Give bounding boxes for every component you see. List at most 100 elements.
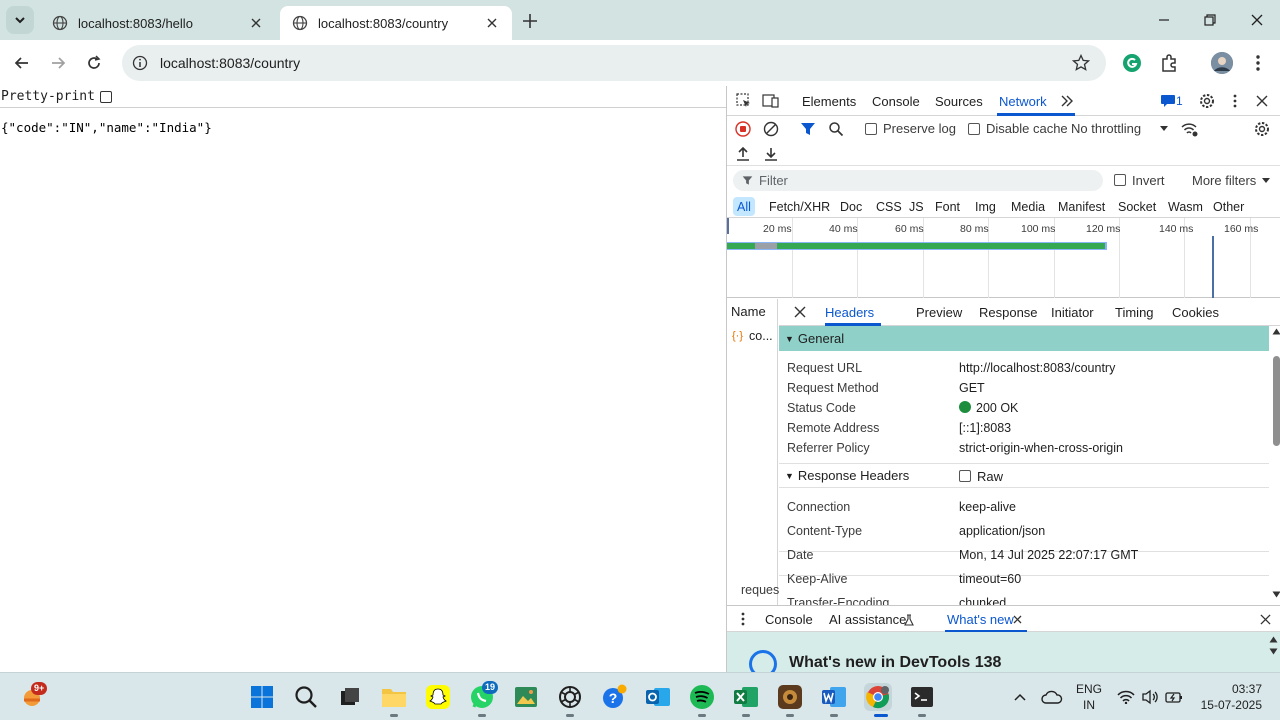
show-hidden-icons-chevron-icon[interactable]	[1006, 683, 1034, 711]
tab-console[interactable]: Console	[872, 94, 920, 109]
forward-arrow-icon[interactable]	[47, 52, 69, 74]
type-filter-other[interactable]: Other	[1209, 197, 1248, 216]
input-language[interactable]: ENG	[1072, 681, 1106, 697]
type-filter-img[interactable]: Img	[971, 197, 1000, 216]
file-explorer-icon[interactable]	[380, 683, 408, 711]
word-icon[interactable]	[820, 683, 848, 711]
type-filter-wasm[interactable]: Wasm	[1164, 197, 1207, 216]
chatgpt-icon[interactable]	[556, 683, 584, 711]
bookmark-star-icon[interactable]	[1072, 54, 1090, 72]
tab-cookies[interactable]: Cookies	[1172, 305, 1219, 320]
network-conditions-wifi-icon[interactable]	[1180, 120, 1198, 138]
invert-checkbox[interactable]	[1114, 174, 1126, 186]
type-filter-doc[interactable]: Doc	[836, 197, 866, 216]
spotify-icon[interactable]	[688, 683, 716, 711]
more-filters-dropdown[interactable]: More filters	[1192, 173, 1256, 188]
kebab-menu-icon[interactable]	[1247, 52, 1269, 74]
type-filter-font[interactable]: Font	[931, 197, 964, 216]
tab-headers[interactable]: Headers	[825, 305, 874, 320]
site-info-icon[interactable]	[132, 55, 148, 71]
import-har-upload-icon[interactable]	[734, 145, 752, 163]
settings-gear-icon[interactable]	[1198, 92, 1216, 110]
scroll-down-icon[interactable]	[1272, 591, 1280, 598]
clear-icon[interactable]	[762, 120, 780, 138]
chevron-down-icon[interactable]	[1257, 172, 1275, 190]
new-tab-icon[interactable]	[520, 11, 540, 31]
tab-search-chevron-icon[interactable]	[6, 6, 34, 34]
reload-icon[interactable]	[83, 52, 105, 74]
drawer-tab-whats-new[interactable]: What's new	[947, 612, 1014, 627]
close-devtools-icon[interactable]	[1253, 92, 1271, 110]
preserve-log-checkbox[interactable]	[865, 123, 877, 135]
tab-hello[interactable]: localhost:8083/hello	[40, 6, 276, 40]
help-app-icon[interactable]: ?	[600, 683, 628, 711]
close-icon[interactable]	[248, 15, 264, 31]
address-bar[interactable]: localhost:8083/country	[122, 45, 1106, 81]
type-filter-js[interactable]: JS	[905, 197, 928, 216]
photos-app-icon[interactable]	[512, 683, 540, 711]
response-headers-section-header[interactable]: ▼ Response Headers Raw	[779, 463, 1269, 488]
name-column-header[interactable]: Name	[731, 304, 766, 319]
tab-elements[interactable]: Elements	[802, 94, 856, 109]
input-region[interactable]: IN	[1072, 697, 1106, 713]
filter-funnel-icon[interactable]	[799, 120, 817, 138]
scroll-down-icon[interactable]	[1269, 648, 1278, 655]
tab-timing[interactable]: Timing	[1115, 305, 1154, 320]
excel-icon[interactable]	[732, 683, 760, 711]
export-har-download-icon[interactable]	[762, 145, 780, 163]
tab-response[interactable]: Response	[979, 305, 1038, 320]
tab-preview[interactable]: Preview	[916, 305, 962, 320]
devtools-menu-icon[interactable]	[1226, 92, 1244, 110]
close-drawer-icon[interactable]	[1260, 614, 1271, 625]
back-arrow-icon[interactable]	[11, 52, 33, 74]
terminal-icon[interactable]	[908, 683, 936, 711]
chrome-icon[interactable]	[864, 683, 892, 711]
type-filter-socket[interactable]: Socket	[1114, 197, 1160, 216]
tab-initiator[interactable]: Initiator	[1051, 305, 1094, 320]
search-icon[interactable]	[827, 120, 845, 138]
tab-sources[interactable]: Sources	[935, 94, 983, 109]
tab-network[interactable]: Network	[999, 94, 1047, 109]
details-scrollbar[interactable]	[1271, 326, 1280, 605]
outlook-icon[interactable]	[644, 683, 672, 711]
url-text[interactable]: localhost:8083/country	[160, 55, 300, 71]
tab-country[interactable]: localhost:8083/country	[280, 6, 512, 40]
snapchat-icon[interactable]	[424, 683, 452, 711]
onedrive-cloud-icon[interactable]	[1038, 683, 1066, 711]
extensions-puzzle-icon[interactable]	[1158, 52, 1180, 74]
record-stop-icon[interactable]	[734, 120, 752, 138]
throttling-select[interactable]: No throttling	[1071, 121, 1141, 136]
type-filter-css[interactable]: CSS	[872, 197, 906, 216]
timeline-selection-handle[interactable]	[727, 218, 729, 234]
close-icon[interactable]	[1013, 615, 1022, 624]
drawer-tab-ai-assistance[interactable]: AI assistance	[829, 612, 906, 627]
more-tabs-chevron-icon[interactable]	[1058, 92, 1076, 110]
type-filter-all[interactable]: All	[733, 197, 755, 216]
restore-icon[interactable]	[1200, 10, 1220, 30]
minimize-icon[interactable]	[1154, 10, 1174, 30]
scrollbar-thumb[interactable]	[1273, 356, 1280, 446]
task-view-icon[interactable]	[336, 683, 364, 711]
general-section-header[interactable]: ▼ General	[779, 326, 1269, 351]
window-close-icon[interactable]	[1247, 10, 1267, 30]
issues-icon[interactable]	[1159, 92, 1177, 110]
drawer-tab-console[interactable]: Console	[765, 612, 813, 627]
drawer-menu-icon[interactable]	[734, 610, 752, 628]
game-app-icon[interactable]	[776, 683, 804, 711]
disable-cache-checkbox[interactable]	[968, 123, 980, 135]
battery-charging-icon[interactable]	[1160, 683, 1188, 711]
filter-input[interactable]: Filter	[733, 170, 1103, 191]
clock-date[interactable]: 15-07-2025	[1192, 697, 1276, 713]
profile-avatar[interactable]	[1211, 52, 1233, 74]
device-toolbar-icon[interactable]	[762, 92, 780, 110]
raw-checkbox[interactable]	[959, 470, 971, 482]
windows-start-icon[interactable]	[248, 683, 276, 711]
type-filter-manifest[interactable]: Manifest	[1054, 197, 1109, 216]
clock-time[interactable]: 03:37	[1192, 681, 1276, 697]
close-details-icon[interactable]	[791, 303, 809, 321]
grammarly-extension-icon[interactable]	[1121, 52, 1143, 74]
scroll-up-icon[interactable]	[1272, 328, 1280, 335]
scroll-up-icon[interactable]	[1269, 636, 1278, 643]
network-overview-timeline[interactable]: 20 ms 40 ms 60 ms 80 ms 100 ms 120 ms 14…	[727, 218, 1280, 298]
search-icon[interactable]	[292, 683, 320, 711]
